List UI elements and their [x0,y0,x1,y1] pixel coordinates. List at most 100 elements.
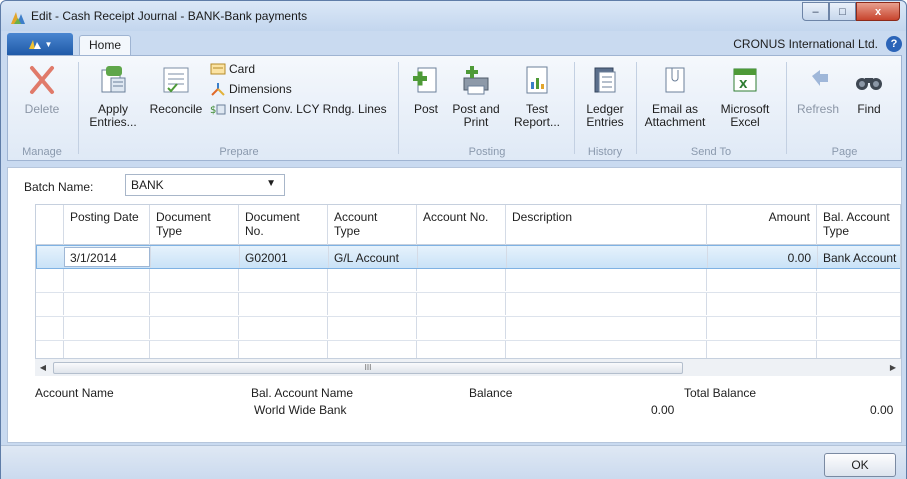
column-header-account-no[interactable]: Account No. [416,205,505,245]
empty-cell[interactable] [149,293,238,315]
column-header-description[interactable]: Description [505,205,706,245]
empty-cell[interactable] [327,293,416,315]
app-menu-button[interactable]: ▼ [7,33,73,55]
journal-content: Batch Name: BANK ▼ Posting Date Document… [7,167,902,443]
empty-cell[interactable] [816,317,900,339]
empty-cell[interactable] [505,293,706,315]
column-header-document-type[interactable]: Document Type [149,205,238,245]
account-name-label: Account Name [35,386,114,400]
ribbon-tab-row: ▼ Home CRONUS International Ltd. ? [7,33,902,56]
window-controls: – □ x [802,2,900,22]
table-row[interactable]: 3/1/2014 G02001 G/L Account 0.00 Bank Ac… [36,245,900,269]
refresh-button[interactable]: Refresh [792,64,844,116]
description-cell[interactable] [506,246,707,268]
empty-cell[interactable] [238,269,327,291]
refresh-icon [812,70,828,86]
empty-cell[interactable] [505,269,706,291]
currency-icon: $ [210,104,226,116]
chevron-down-icon: ▼ [44,39,53,49]
empty-cell[interactable] [149,269,238,291]
table-row[interactable] [36,293,900,317]
delete-button[interactable]: Delete [14,64,70,116]
ledger-entries-button[interactable]: Ledger Entries [580,64,630,129]
microsoft-excel-button[interactable]: X Microsoft Excel [712,64,778,129]
empty-cell[interactable] [238,317,327,339]
email-as-attachment-button[interactable]: Email as Attachment [640,64,710,129]
bal-account-type-cell[interactable]: Bank Account [817,246,900,268]
empty-cell[interactable] [706,317,816,339]
empty-cell[interactable] [816,293,900,315]
tab-home[interactable]: Home [79,35,131,56]
ok-button[interactable]: OK [824,453,896,477]
group-page: Refresh Find Page [788,58,901,160]
empty-cell[interactable] [327,269,416,291]
group-prepare: Apply Entries... Reconcile Card Dimensio… [80,58,398,160]
scroll-right-arrow-icon[interactable]: ▶ [887,362,899,374]
empty-cell[interactable] [416,317,505,339]
empty-cell[interactable] [706,293,816,315]
table-row[interactable] [36,269,900,293]
table-row[interactable] [36,317,900,341]
column-header-amount[interactable]: Amount [706,205,816,245]
empty-cell[interactable] [416,269,505,291]
title-bar[interactable]: Edit - Cash Receipt Journal - BANK-Bank … [1,1,906,31]
bal-account-name-value: World Wide Bank [254,403,347,417]
apply-entries-button[interactable]: Apply Entries... [84,64,142,129]
group-prepare-label: Prepare [219,146,259,158]
empty-cell[interactable] [238,293,327,315]
find-button[interactable]: Find [846,64,892,116]
document-type-cell[interactable] [150,246,239,268]
posting-date-cell[interactable]: 3/1/2014 [64,247,150,267]
document-no-cell[interactable]: G02001 [239,246,328,268]
post-label: Post [413,102,438,116]
batch-name-select[interactable]: BANK ▼ [125,174,285,196]
delete-icon [30,66,54,94]
empty-cell[interactable] [63,317,149,339]
empty-cell[interactable] [149,317,238,339]
dimensions-button[interactable]: Dimensions [210,80,292,98]
ledger-entries-label-2: Entries [586,115,624,129]
empty-cell[interactable] [327,317,416,339]
column-header-document-no[interactable]: Document No. [238,205,327,245]
excel-icon: X [733,68,757,92]
account-type-cell[interactable]: G/L Account [328,246,417,268]
column-header-posting-date[interactable]: Posting Date [63,205,149,245]
total-balance-value: 0.00 [870,403,894,417]
company-name[interactable]: CRONUS International Ltd. [733,37,878,51]
test-report-button[interactable]: Test Report... [508,64,566,129]
close-button[interactable]: x [856,2,900,21]
scroll-thumb[interactable]: III [53,362,683,374]
apply-entries-icon [101,66,126,93]
group-page-label: Page [831,146,858,158]
insert-conv-lcy-button[interactable]: $ Insert Conv. LCY Rndg. Lines [210,100,387,118]
help-icon[interactable]: ? [886,36,902,52]
balance-label: Balance [469,386,513,400]
reconcile-button[interactable]: Reconcile [144,64,208,116]
minimize-button[interactable]: – [802,2,829,21]
maximize-button[interactable]: □ [829,2,856,21]
empty-cell[interactable] [416,293,505,315]
empty-cell[interactable] [816,269,900,291]
delete-label: Delete [24,102,60,116]
email-as-attachment-label-2: Attachment [644,115,706,129]
column-header-account-type[interactable]: Account Type [327,205,416,245]
post-button[interactable]: Post [406,64,446,116]
group-posting: Post Post and Print Test Report... Posti… [402,58,572,160]
empty-cell[interactable] [505,317,706,339]
column-header-label: Type [334,224,361,238]
scroll-left-arrow-icon[interactable]: ◀ [37,362,49,374]
group-divider [78,62,79,154]
empty-cell[interactable] [706,269,816,291]
amount-cell[interactable]: 0.00 [707,246,817,268]
app-icon [11,12,25,24]
account-no-cell[interactable] [417,246,506,268]
card-button[interactable]: Card [210,60,255,78]
empty-cell[interactable] [63,293,149,315]
horizontal-scrollbar[interactable]: ◀ III ▶ [35,358,901,376]
ribbon: Delete Manage Apply Entries... Reconcile… [7,55,902,161]
post-and-print-button[interactable]: Post and Print [448,64,504,129]
app-logo-icon [28,40,41,49]
column-header-bal-account-type[interactable]: Bal. Account Type [816,205,900,245]
empty-cell[interactable] [63,269,149,291]
dropdown-arrow-icon[interactable]: ▼ [266,178,276,189]
